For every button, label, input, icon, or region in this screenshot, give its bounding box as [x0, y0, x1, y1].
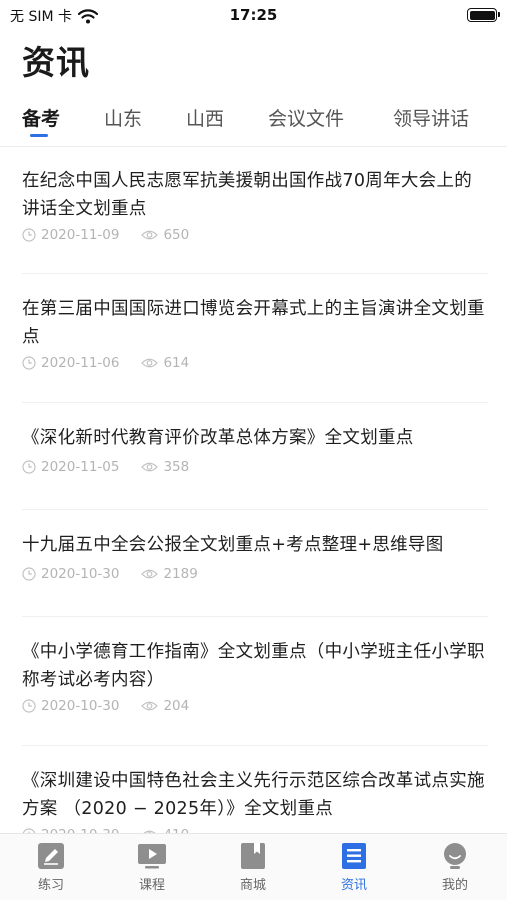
news-date: 2020-11-05	[41, 459, 120, 475]
news-meta: 2020-11-09 650	[22, 227, 488, 243]
news-views: 614	[163, 355, 190, 371]
news-item[interactable]: 十九届五中全会公报全文划重点+考点整理+思维导图 2020-10-30 2189	[22, 531, 488, 582]
news-item[interactable]: 在第三届中国国际进口博览会开幕式上的主旨演讲全文划重点 2020-11-06 6…	[22, 295, 488, 371]
eye-icon	[141, 569, 159, 579]
page-title: 资讯	[22, 43, 90, 82]
clock-icon	[22, 460, 36, 474]
category-tabs: 备考 山东 山西 会议文件 领导讲话	[0, 100, 507, 144]
news-date: 2020-11-09	[41, 227, 120, 243]
eye-icon	[141, 701, 159, 711]
news-list: 在纪念中国人民志愿军抗美援朝出国作战70周年大会上的讲话全文划重点 2020-1…	[0, 147, 507, 833]
news-views: 650	[163, 227, 190, 243]
battery-icon	[467, 8, 500, 22]
news-views: 2189	[163, 566, 198, 582]
tab-shandong[interactable]: 山东	[104, 104, 142, 131]
list-divider	[22, 616, 488, 617]
tabbar-label: 商城	[239, 878, 266, 893]
news-icon	[342, 843, 366, 869]
tabbar-news[interactable]: 资讯	[314, 842, 394, 893]
list-divider	[22, 509, 488, 510]
news-views: 358	[163, 459, 190, 475]
tabbar-label: 课程	[138, 878, 165, 893]
news-meta: 2020-10-30 2189	[22, 566, 488, 582]
clock-icon	[22, 567, 36, 581]
news-meta: 2020-11-06 614	[22, 355, 488, 371]
news-title: 在第三届中国国际进口博览会开幕式上的主旨演讲全文划重点	[22, 299, 485, 347]
profile-icon	[444, 843, 466, 869]
clock-icon	[22, 699, 36, 713]
status-bar: 无 SIM 卡 17:25	[0, 0, 507, 30]
tabbar-label: 我的	[441, 878, 468, 893]
news-item[interactable]: 《深圳建设中国特色社会主义先行示范区综合改革试点实施方案 （2020 − 202…	[22, 767, 488, 833]
active-tab-indicator	[30, 134, 48, 137]
news-item[interactable]: 在纪念中国人民志愿军抗美援朝出国作战70周年大会上的讲话全文划重点 2020-1…	[22, 167, 488, 243]
news-title: 《深圳建设中国特色社会主义先行示范区综合改革试点实施方案 （2020 − 202…	[22, 771, 485, 819]
clock-icon	[22, 228, 36, 242]
tabbar-course[interactable]: 课程	[112, 842, 192, 893]
news-title: 《中小学德育工作指南》全文划重点（中小学班主任小学职称考试必考内容）	[22, 642, 485, 690]
tab-meeting-documents[interactable]: 会议文件	[268, 104, 344, 131]
news-item[interactable]: 《中小学德育工作指南》全文划重点（中小学班主任小学职称考试必考内容） 2020-…	[22, 638, 488, 714]
tab-shanxi[interactable]: 山西	[186, 104, 224, 131]
bottom-tab-bar: 练习 课程 商城 资讯 我的	[0, 833, 507, 900]
news-title: 十九届五中全会公报全文划重点+考点整理+思维导图	[22, 535, 444, 555]
list-divider	[22, 745, 488, 746]
list-divider	[22, 273, 488, 274]
tabbar-label: 练习	[37, 878, 64, 893]
eye-icon	[141, 462, 159, 472]
tabbar-shop[interactable]: 商城	[213, 842, 293, 893]
news-meta: 2020-11-05 358	[22, 459, 488, 475]
news-title: 在纪念中国人民志愿军抗美援朝出国作战70周年大会上的讲话全文划重点	[22, 171, 473, 219]
status-time: 17:25	[229, 6, 278, 24]
tab-leader-speeches[interactable]: 领导讲话	[393, 104, 469, 131]
news-item[interactable]: 《深化新时代教育评价改革总体方案》全文划重点 2020-11-05 358	[22, 424, 488, 475]
eye-icon	[141, 230, 159, 240]
tabbar-profile[interactable]: 我的	[415, 842, 495, 893]
eye-icon	[141, 358, 159, 368]
news-meta: 2020-10-30 204	[22, 698, 488, 714]
tab-beikao[interactable]: 备考	[22, 104, 60, 131]
tabbar-label: 资讯	[340, 878, 367, 893]
book-icon	[241, 843, 265, 869]
news-date: 2020-10-30	[41, 698, 120, 714]
clock-icon	[22, 356, 36, 370]
news-date: 2020-11-06	[41, 355, 120, 371]
news-date: 2020-10-30	[41, 566, 120, 582]
news-title: 《深化新时代教育评价改革总体方案》全文划重点	[22, 428, 414, 448]
list-divider	[22, 402, 488, 403]
news-views: 204	[163, 698, 190, 714]
pencil-icon	[38, 843, 64, 869]
tabbar-practice[interactable]: 练习	[11, 842, 91, 893]
play-icon	[138, 844, 166, 869]
